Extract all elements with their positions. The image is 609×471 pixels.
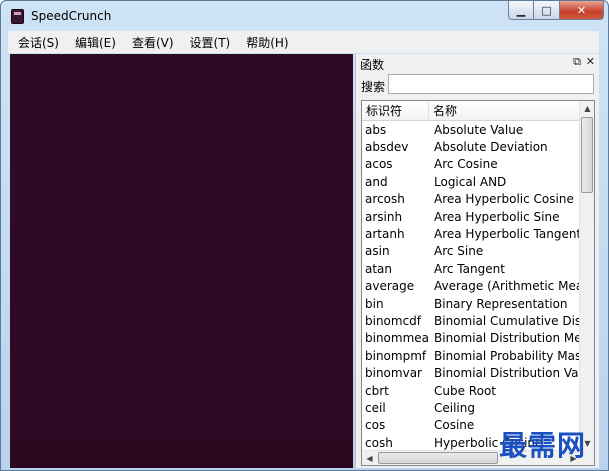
function-name: Arc Sine xyxy=(434,244,484,259)
column-header-identifier[interactable]: 标识符 xyxy=(362,101,429,120)
table-row[interactable]: artanh Area Hyperbolic Tangent xyxy=(362,225,581,242)
table-row[interactable]: binommean Binomial Distribution Mean xyxy=(362,330,581,347)
function-name: Area Hyperbolic Cosine xyxy=(434,192,574,207)
close-icon: ✕ xyxy=(576,3,587,17)
menu-view[interactable]: 查看(V) xyxy=(124,34,182,51)
function-identifier: cosh xyxy=(365,435,393,450)
calculator-display[interactable] xyxy=(10,54,353,468)
function-name: Average (Arithmetic Mean) xyxy=(434,279,581,294)
function-name: Absolute Deviation xyxy=(434,140,548,155)
expression-editor[interactable] xyxy=(10,440,353,468)
function-identifier: asin xyxy=(365,244,390,259)
function-name: Cube Root xyxy=(434,383,496,398)
table-row[interactable]: absdev Absolute Deviation xyxy=(362,138,581,155)
maximize-icon: □ xyxy=(541,3,552,17)
table-row[interactable]: average Average (Arithmetic Mean) xyxy=(362,278,581,295)
close-button[interactable]: ✕ xyxy=(560,1,604,20)
function-identifier: arsinh xyxy=(365,209,403,224)
app-window: SpeedCrunch ▁ □ ✕ 会话(S) 编辑(E) 查看(V) 设置(T… xyxy=(0,0,609,471)
table-row[interactable]: asin Arc Sine xyxy=(362,243,581,260)
function-identifier: abs xyxy=(365,122,387,137)
function-name: Binomial Distribution Mean xyxy=(434,331,581,346)
function-identifier: bin xyxy=(365,296,384,311)
search-input[interactable] xyxy=(388,74,594,94)
table-row[interactable]: binomvar Binomial Distribution Variar xyxy=(362,364,581,381)
scroll-left-icon[interactable]: ◀ xyxy=(362,451,377,465)
function-name: Binomial Cumulative Distrib xyxy=(434,313,581,328)
close-dock-icon[interactable]: ✕ xyxy=(586,55,595,68)
table-row[interactable]: bin Binary Representation xyxy=(362,295,581,312)
function-name: Binomial Distribution Variar xyxy=(434,366,581,381)
function-identifier: arcosh xyxy=(365,192,405,207)
function-identifier: atan xyxy=(365,261,393,276)
menu-edit[interactable]: 编辑(E) xyxy=(67,34,124,51)
menu-session[interactable]: 会话(S) xyxy=(10,34,67,51)
function-identifier: cbrt xyxy=(365,383,389,398)
function-name: Binary Representation xyxy=(434,296,568,311)
column-header-name[interactable]: 名称 xyxy=(429,101,579,120)
window-controls: ▁ □ ✕ xyxy=(508,1,604,21)
list-header: 标识符 名称 xyxy=(362,101,581,121)
function-identifier: ceil xyxy=(365,400,386,415)
menu-help[interactable]: 帮助(H) xyxy=(238,34,296,51)
watermark-logo: 最需网 xyxy=(499,429,587,462)
table-row[interactable]: ceil Ceiling xyxy=(362,399,581,416)
function-identifier: binomvar xyxy=(365,366,422,381)
function-name: Ceiling xyxy=(434,400,475,415)
vertical-scrollbar[interactable]: ▲ ▼ xyxy=(579,101,594,451)
minimize-button[interactable]: ▁ xyxy=(508,1,534,20)
dock-title: 函数 xyxy=(360,58,385,72)
functions-list: 标识符 名称 abs Absolute Value absdev Absolute D… xyxy=(361,100,595,466)
function-name: Area Hyperbolic Sine xyxy=(434,209,560,224)
speedcrunch-app-icon xyxy=(11,9,24,24)
function-name: Area Hyperbolic Tangent xyxy=(434,227,581,242)
function-identifier: binommean xyxy=(365,331,430,346)
table-row[interactable]: acos Arc Cosine xyxy=(362,156,581,173)
minimize-icon: ▁ xyxy=(516,3,526,17)
vertical-scroll-thumb[interactable] xyxy=(581,117,593,193)
window-title: SpeedCrunch xyxy=(31,9,112,23)
function-identifier: cos xyxy=(365,418,386,433)
table-row[interactable]: and Logical AND xyxy=(362,173,581,190)
maximize-button[interactable]: □ xyxy=(534,1,560,20)
function-identifier: binomcdf xyxy=(365,313,422,328)
menu-bar: 会话(S) 编辑(E) 查看(V) 设置(T) 帮助(H) xyxy=(8,31,599,53)
table-row[interactable]: arsinh Area Hyperbolic Sine xyxy=(362,208,581,225)
float-dock-icon[interactable]: ⧉ xyxy=(573,55,581,69)
function-name: Arc Cosine xyxy=(434,157,498,172)
horizontal-scroll-thumb[interactable] xyxy=(378,452,498,464)
menu-settings[interactable]: 设置(T) xyxy=(182,34,239,51)
function-identifier: absdev xyxy=(365,140,409,155)
function-name: Absolute Value xyxy=(434,122,524,137)
function-identifier: binompmf xyxy=(365,348,427,363)
functions-dock: 函数 ⧉ ✕ 搜索 标识符 名称 abs Absolute Value absdev… xyxy=(355,54,599,468)
function-name: Binomial Probability Mass F xyxy=(434,348,581,363)
search-label: 搜索 xyxy=(361,80,386,94)
table-row[interactable]: binomcdf Binomial Cumulative Distrib xyxy=(362,312,581,329)
function-name: Logical AND xyxy=(434,174,507,189)
function-name: Arc Tangent xyxy=(434,261,505,276)
table-row[interactable]: arcosh Area Hyperbolic Cosine xyxy=(362,191,581,208)
list-rows: abs Absolute Value absdev Absolute Deviatio… xyxy=(362,121,581,451)
table-row[interactable]: atan Arc Tangent xyxy=(362,260,581,277)
table-row[interactable]: binompmf Binomial Probability Mass F xyxy=(362,347,581,364)
function-identifier: average xyxy=(365,279,415,294)
scroll-up-icon[interactable]: ▲ xyxy=(580,101,594,116)
title-bar[interactable]: SpeedCrunch ▁ □ ✕ xyxy=(1,1,608,31)
table-row[interactable]: cbrt Cube Root xyxy=(362,382,581,399)
table-row[interactable]: abs Absolute Value xyxy=(362,121,581,138)
function-identifier: artanh xyxy=(365,227,405,242)
function-identifier: and xyxy=(365,174,388,189)
function-identifier: acos xyxy=(365,157,393,172)
